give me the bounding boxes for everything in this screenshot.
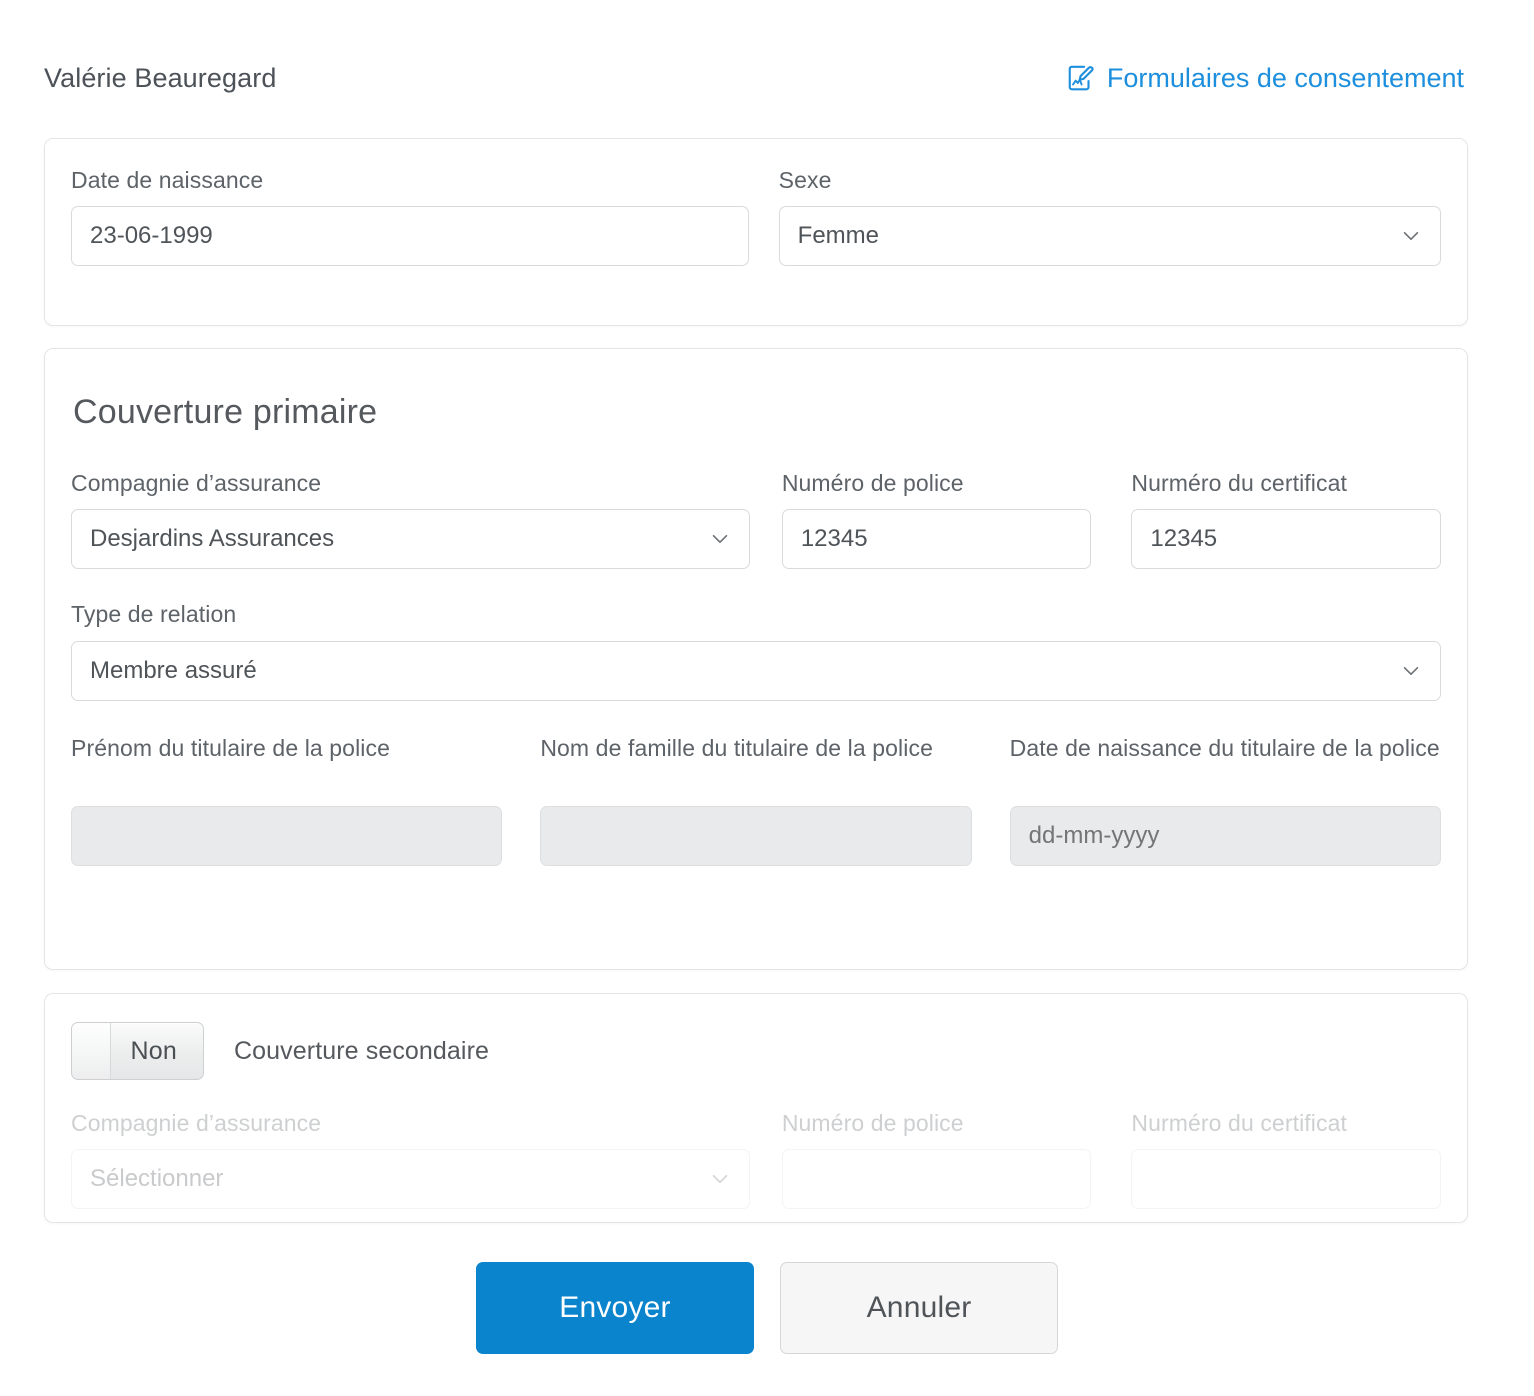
holder-last-name-field-group: Nom de famille du titulaire de la police <box>540 733 972 866</box>
page-title: Valérie Beauregard <box>44 62 277 93</box>
holder-first-name-label: Prénom du titulaire de la police <box>71 734 390 761</box>
primary-policy-number-field-group: Numéro de police <box>781 468 1092 570</box>
chevron-down-icon <box>1403 232 1419 241</box>
secondary-coverage-card: Non Couverture secondaire Compagnie d’as… <box>44 993 1468 1223</box>
chevron-down-icon <box>1403 666 1419 675</box>
primary-company-select[interactable]: Desjardins Assurances <box>71 509 750 570</box>
secondary-policy-number-label: Numéro de police <box>781 1110 964 1136</box>
primary-certificate-number-field-group: Nurméro du certificat <box>1131 468 1441 570</box>
secondary-coverage-fields: Compagnie d’assurance Sélectionner Numér… <box>45 1080 1467 1210</box>
secondary-company-label: Compagnie d’assurance <box>71 1110 322 1136</box>
secondary-policy-number-input <box>781 1149 1092 1210</box>
sex-field-group: Sexe Femme <box>778 165 1441 267</box>
holder-dob-input <box>1009 805 1441 866</box>
consent-forms-link[interactable]: Formulaires de consentement <box>1066 63 1464 94</box>
consent-forms-link-label: Formulaires de consentement <box>1106 62 1464 93</box>
relation-type-label: Type de relation <box>71 601 237 628</box>
holder-first-name-input <box>71 805 503 866</box>
primary-certificate-number-input[interactable] <box>1131 509 1441 570</box>
secondary-coverage-toggle-value: Non <box>130 1036 177 1065</box>
primary-coverage-card: Couverture primaire Compagnie d’assuranc… <box>44 348 1468 970</box>
secondary-company-select: Sélectionner <box>71 1149 750 1210</box>
relation-type-select-value: Membre assuré <box>90 656 257 684</box>
dob-input[interactable] <box>71 206 749 267</box>
relation-type-field-group: Type de relation Membre assuré <box>71 599 1441 701</box>
submit-button[interactable]: Envoyer <box>476 1262 754 1354</box>
primary-policy-number-input[interactable] <box>781 509 1092 570</box>
form-actions: Envoyer Annuler <box>0 1262 1534 1354</box>
secondary-certificate-number-field-group: Nurméro du certificat <box>1131 1108 1441 1210</box>
dob-label: Date de naissance <box>71 167 264 193</box>
primary-company-field-group: Compagnie d’assurance Desjardins Assuran… <box>71 468 750 570</box>
primary-certificate-number-label: Nurméro du certificat <box>1131 470 1347 496</box>
relation-type-select[interactable]: Membre assuré <box>71 640 1441 701</box>
insurance-form-page: Valérie Beauregard Formulaires de consen… <box>0 0 1534 1396</box>
secondary-certificate-number-input <box>1131 1149 1441 1210</box>
document-signature-icon <box>1068 65 1094 91</box>
cancel-button[interactable]: Annuler <box>780 1262 1058 1354</box>
holder-last-name-label: Nom de famille du titulaire de la police <box>540 734 933 761</box>
secondary-company-field-group: Compagnie d’assurance Sélectionner <box>71 1108 750 1210</box>
holder-dob-label: Date de naissance du titulaire de la pol… <box>1009 734 1440 761</box>
toggle-knob <box>72 1023 111 1079</box>
dob-field-group: Date de naissance <box>71 165 749 267</box>
secondary-coverage-caption: Couverture secondaire <box>234 1036 490 1065</box>
chevron-down-icon <box>712 535 728 544</box>
secondary-company-select-value: Sélectionner <box>90 1165 224 1193</box>
primary-company-label: Compagnie d’assurance <box>71 470 322 496</box>
holder-last-name-input <box>540 805 972 866</box>
sex-select[interactable]: Femme <box>778 206 1441 267</box>
secondary-policy-number-field-group: Numéro de police <box>781 1108 1092 1210</box>
secondary-certificate-number-label: Nurméro du certificat <box>1131 1110 1347 1136</box>
primary-policy-number-label: Numéro de police <box>781 470 964 496</box>
page-header: Valérie Beauregard Formulaires de consen… <box>44 48 1464 108</box>
sex-select-value: Femme <box>797 222 880 250</box>
holder-first-name-field-group: Prénom du titulaire de la police <box>71 733 503 866</box>
chevron-down-icon <box>712 1175 728 1184</box>
primary-company-select-value: Desjardins Assurances <box>90 525 335 553</box>
basic-info-card: Date de naissance Sexe Femme <box>44 138 1468 326</box>
secondary-coverage-toggle[interactable]: Non <box>71 1022 204 1080</box>
sex-label: Sexe <box>778 167 832 193</box>
primary-coverage-title: Couverture primaire <box>73 393 378 431</box>
holder-dob-field-group: Date de naissance du titulaire de la pol… <box>1009 733 1441 866</box>
